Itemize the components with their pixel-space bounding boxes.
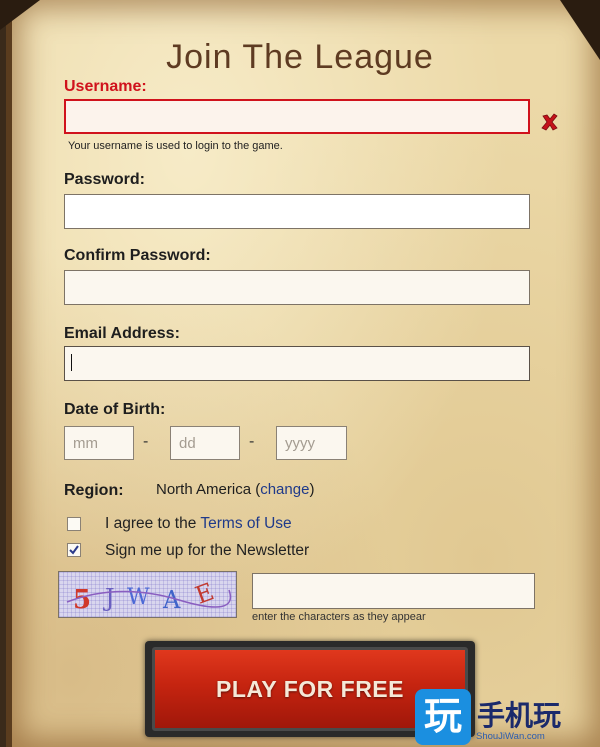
terms-of-use-link[interactable]: Terms of Use [200, 515, 291, 532]
region-close-paren: ) [309, 481, 315, 498]
username-label: Username: [64, 78, 147, 95]
region-open-paren: ( [251, 481, 261, 498]
watermark-url: ShouJiWan.com [476, 731, 545, 742]
captcha-image: 5 J W A E [58, 571, 237, 618]
terms-label-line: I agree to the Terms of Use [105, 515, 292, 533]
username-hint: Your username is used to login to the ga… [68, 140, 283, 152]
terms-checkbox[interactable] [67, 517, 81, 531]
email-input[interactable] [64, 346, 530, 381]
watermark-logo-icon: 玩 [415, 689, 471, 745]
dob-year-input[interactable] [276, 426, 347, 460]
svg-text:W: W [127, 585, 150, 610]
terms-label: I agree to the [105, 515, 201, 532]
captcha-hint: enter the characters as they appear [252, 611, 426, 623]
captcha-glyphs: 5 J W A E [66, 577, 232, 615]
confirm-password-label: Confirm Password: [64, 247, 211, 264]
text-caret [71, 354, 72, 371]
region-value: North America [156, 481, 252, 498]
newsletter-checkbox[interactable] [67, 543, 81, 557]
confirm-password-input[interactable] [64, 270, 530, 305]
checkmark-icon [69, 545, 79, 555]
dob-label: Date of Birth: [64, 401, 166, 418]
region-label: Region: [64, 482, 124, 499]
dob-separator: - [249, 433, 255, 450]
captcha-input[interactable] [252, 573, 535, 609]
region-value-line: North America (change) [156, 481, 314, 498]
svg-text:J: J [102, 584, 115, 612]
page-title: Join The League [166, 38, 434, 76]
svg-text:5: 5 [73, 585, 91, 615]
username-input[interactable] [64, 99, 530, 134]
watermark-logo-char: 玩 [423, 696, 462, 738]
newsletter-label: Sign me up for the Newsletter [105, 542, 310, 559]
password-input[interactable] [64, 194, 530, 229]
dob-day-input[interactable] [170, 426, 240, 460]
region-change-link[interactable]: change [260, 481, 309, 498]
dob-separator: - [143, 433, 149, 450]
error-x-icon [541, 113, 558, 131]
watermark-text: 手机玩 [477, 700, 562, 731]
email-label: Email Address: [64, 325, 180, 342]
dob-month-input[interactable] [64, 426, 134, 460]
password-label: Password: [64, 171, 145, 188]
